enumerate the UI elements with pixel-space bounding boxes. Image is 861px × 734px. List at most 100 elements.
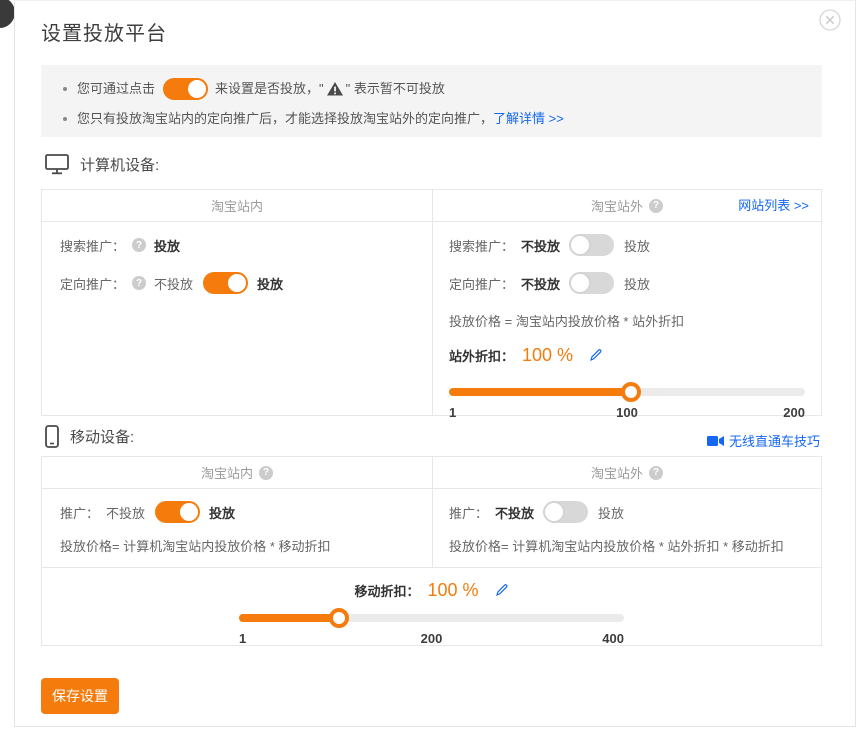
toggle-on-label: 投放 xyxy=(257,274,283,293)
slider-min-label: 1 xyxy=(449,405,456,420)
row-label: 定向推广： xyxy=(449,274,514,293)
mobile-discount-slider[interactable] xyxy=(239,614,624,622)
toggle-on-label: 投放 xyxy=(209,503,235,522)
computer-section-title: 计算机设备: xyxy=(80,154,159,175)
computer-offsite-cell: 搜索推广： 不投放 投放 定向推广： 不投放 投放 投放价格 = 淘宝站内投放价… xyxy=(432,222,821,415)
mobile-onsite-promo-toggle[interactable] xyxy=(155,501,199,523)
computer-offsite-target-toggle[interactable] xyxy=(570,272,614,294)
notice-text-1c: " 表示暂不可投放 xyxy=(346,79,445,99)
wireless-tips-label: 无线直通车技巧 xyxy=(729,431,820,450)
slider-mid-label: 200 xyxy=(421,631,443,646)
edit-mobile-discount-button[interactable] xyxy=(495,583,509,597)
mobile-discount-section: 移动折扣： 100 % 1 200 xyxy=(42,567,821,646)
toggle-off-label: 不投放 xyxy=(106,503,145,522)
offsite-discount-row: 站外折扣： 100 % xyxy=(449,342,805,368)
toggle-knob xyxy=(543,501,565,523)
slider-handle[interactable] xyxy=(329,608,349,628)
toggle-off-label: 不投放 xyxy=(521,236,560,255)
toggle-on-label: 投放 xyxy=(624,236,650,255)
help-icon[interactable]: ? xyxy=(132,276,146,290)
toggle-knob xyxy=(569,272,591,294)
computer-table-header: 淘宝站内 淘宝站外 ? 网站列表 >> xyxy=(42,190,821,222)
offsite-slider-labels: 1 100 200 xyxy=(449,405,805,420)
mobile-offsite-promo-row: 推广： 不投放 投放 xyxy=(449,493,805,531)
toggle-knob xyxy=(186,78,208,100)
computer-table: 淘宝站内 淘宝站外 ? 网站列表 >> 搜索推广： ? 投放 定向推广： xyxy=(41,189,822,416)
pencil-icon xyxy=(495,583,509,597)
close-icon xyxy=(819,9,841,31)
notice-box: 您可通过点击 来设置是否投放，" " 表示暂不可投放 您只有投放淘宝站内的定向推… xyxy=(41,65,822,137)
discount-label: 站外折扣： xyxy=(449,346,514,365)
offsite-discount-slider[interactable] xyxy=(449,388,805,396)
mobile-offsite-formula: 投放价格= 计算机淘宝站内投放价格 * 站外折扣 * 移动折扣 xyxy=(449,537,805,557)
page-title: 设置投放平台 xyxy=(41,17,167,46)
help-icon[interactable]: ? xyxy=(649,199,663,213)
mobile-offsite-header: 淘宝站外 ? xyxy=(432,457,821,488)
row-label: 推广： xyxy=(449,503,488,522)
demo-toggle[interactable] xyxy=(163,78,207,100)
learn-more-link[interactable]: 了解详情 >> xyxy=(493,109,564,129)
slider-max-label: 400 xyxy=(602,631,624,646)
computer-onsite-cell: 搜索推广： ? 投放 定向推广： ? 不投放 投放 xyxy=(42,222,432,415)
slider-fill xyxy=(449,388,631,396)
wireless-tips-link[interactable]: 无线直通车技巧 xyxy=(707,431,820,450)
pencil-icon xyxy=(589,348,603,362)
computer-onsite-target-row: 定向推广： ? 不投放 投放 xyxy=(60,264,414,302)
computer-offsite-target-row: 定向推广： 不投放 投放 xyxy=(449,264,805,302)
help-icon[interactable]: ? xyxy=(649,466,663,480)
warning-icon xyxy=(327,82,343,96)
toggle-knob xyxy=(569,234,591,256)
help-icon[interactable]: ? xyxy=(259,466,273,480)
page-background: 设置投放平台 您可通过点击 来设置是否投放，" " 表示暂不可投放 xyxy=(0,0,861,734)
save-settings-button[interactable]: 保存设置 xyxy=(41,678,119,714)
toggle-off-label: 不投放 xyxy=(495,503,534,522)
notice-line-1: 您可通过点击 来设置是否投放，" " 表示暂不可投放 xyxy=(63,78,800,100)
background-floating-button xyxy=(0,0,15,28)
mobile-offsite-cell: 推广： 不投放 投放 投放价格= 计算机淘宝站内投放价格 * 站外折扣 * 移动… xyxy=(432,489,821,567)
computer-offsite-search-row: 搜索推广： 不投放 投放 xyxy=(449,226,805,264)
mobile-onsite-promo-row: 推广： 不投放 投放 xyxy=(60,493,414,531)
row-label: 定向推广： xyxy=(60,274,125,293)
edit-offsite-discount-button[interactable] xyxy=(589,348,603,362)
notice-text-1a: 您可通过点击 xyxy=(77,79,155,99)
header-label: 淘宝站内 xyxy=(211,196,263,215)
site-list-link[interactable]: 网站列表 >> xyxy=(738,190,809,221)
mobile-slider-labels: 1 200 400 xyxy=(239,631,624,646)
computer-offsite-search-toggle[interactable] xyxy=(570,234,614,256)
settings-dialog: 设置投放平台 您可通过点击 来设置是否投放，" " 表示暂不可投放 xyxy=(14,0,856,727)
offsite-discount-value: 100 % xyxy=(522,345,573,366)
computer-offsite-header: 淘宝站外 ? 网站列表 >> xyxy=(432,190,821,221)
mobile-onsite-cell: 推广： 不投放 投放 投放价格= 计算机淘宝站内投放价格 * 移动折扣 xyxy=(42,489,432,567)
search-status-value: 投放 xyxy=(154,236,180,255)
computer-icon xyxy=(45,154,69,175)
mobile-offsite-promo-toggle[interactable] xyxy=(544,501,588,523)
mobile-discount-row: 移动折扣： 100 % xyxy=(239,577,624,603)
toggle-on-label: 投放 xyxy=(598,503,624,522)
slider-min-label: 1 xyxy=(239,631,246,646)
toggle-knob xyxy=(226,272,248,294)
mobile-onsite-formula: 投放价格= 计算机淘宝站内投放价格 * 移动折扣 xyxy=(60,537,414,557)
close-button[interactable] xyxy=(819,9,841,31)
help-icon[interactable]: ? xyxy=(132,238,146,252)
slider-fill xyxy=(239,614,339,622)
header-label: 淘宝站外 xyxy=(591,463,643,482)
mobile-section-header: 移动设备: xyxy=(45,425,134,448)
bullet-icon xyxy=(63,87,67,91)
discount-label: 移动折扣： xyxy=(354,581,419,600)
row-label: 推广： xyxy=(60,503,99,522)
mobile-discount-value: 100 % xyxy=(427,580,478,601)
computer-onsite-target-toggle[interactable] xyxy=(203,272,247,294)
mobile-table-header: 淘宝站内 ? 淘宝站外 ? xyxy=(42,457,821,489)
header-label: 淘宝站外 xyxy=(591,196,643,215)
computer-section-header: 计算机设备: xyxy=(45,154,159,175)
mobile-onsite-header: 淘宝站内 ? xyxy=(42,457,432,488)
notice-text-1b: 来设置是否投放，" xyxy=(215,79,324,99)
slider-handle[interactable] xyxy=(621,382,641,402)
slider-mid-label: 100 xyxy=(616,405,638,420)
header-label: 淘宝站内 xyxy=(201,463,253,482)
toggle-knob xyxy=(178,501,200,523)
mobile-section-title: 移动设备: xyxy=(70,426,134,447)
toggle-off-label: 不投放 xyxy=(154,274,193,293)
bullet-icon xyxy=(63,117,67,121)
offsite-price-formula: 投放价格 = 淘宝站内投放价格 * 站外折扣 xyxy=(449,312,805,332)
